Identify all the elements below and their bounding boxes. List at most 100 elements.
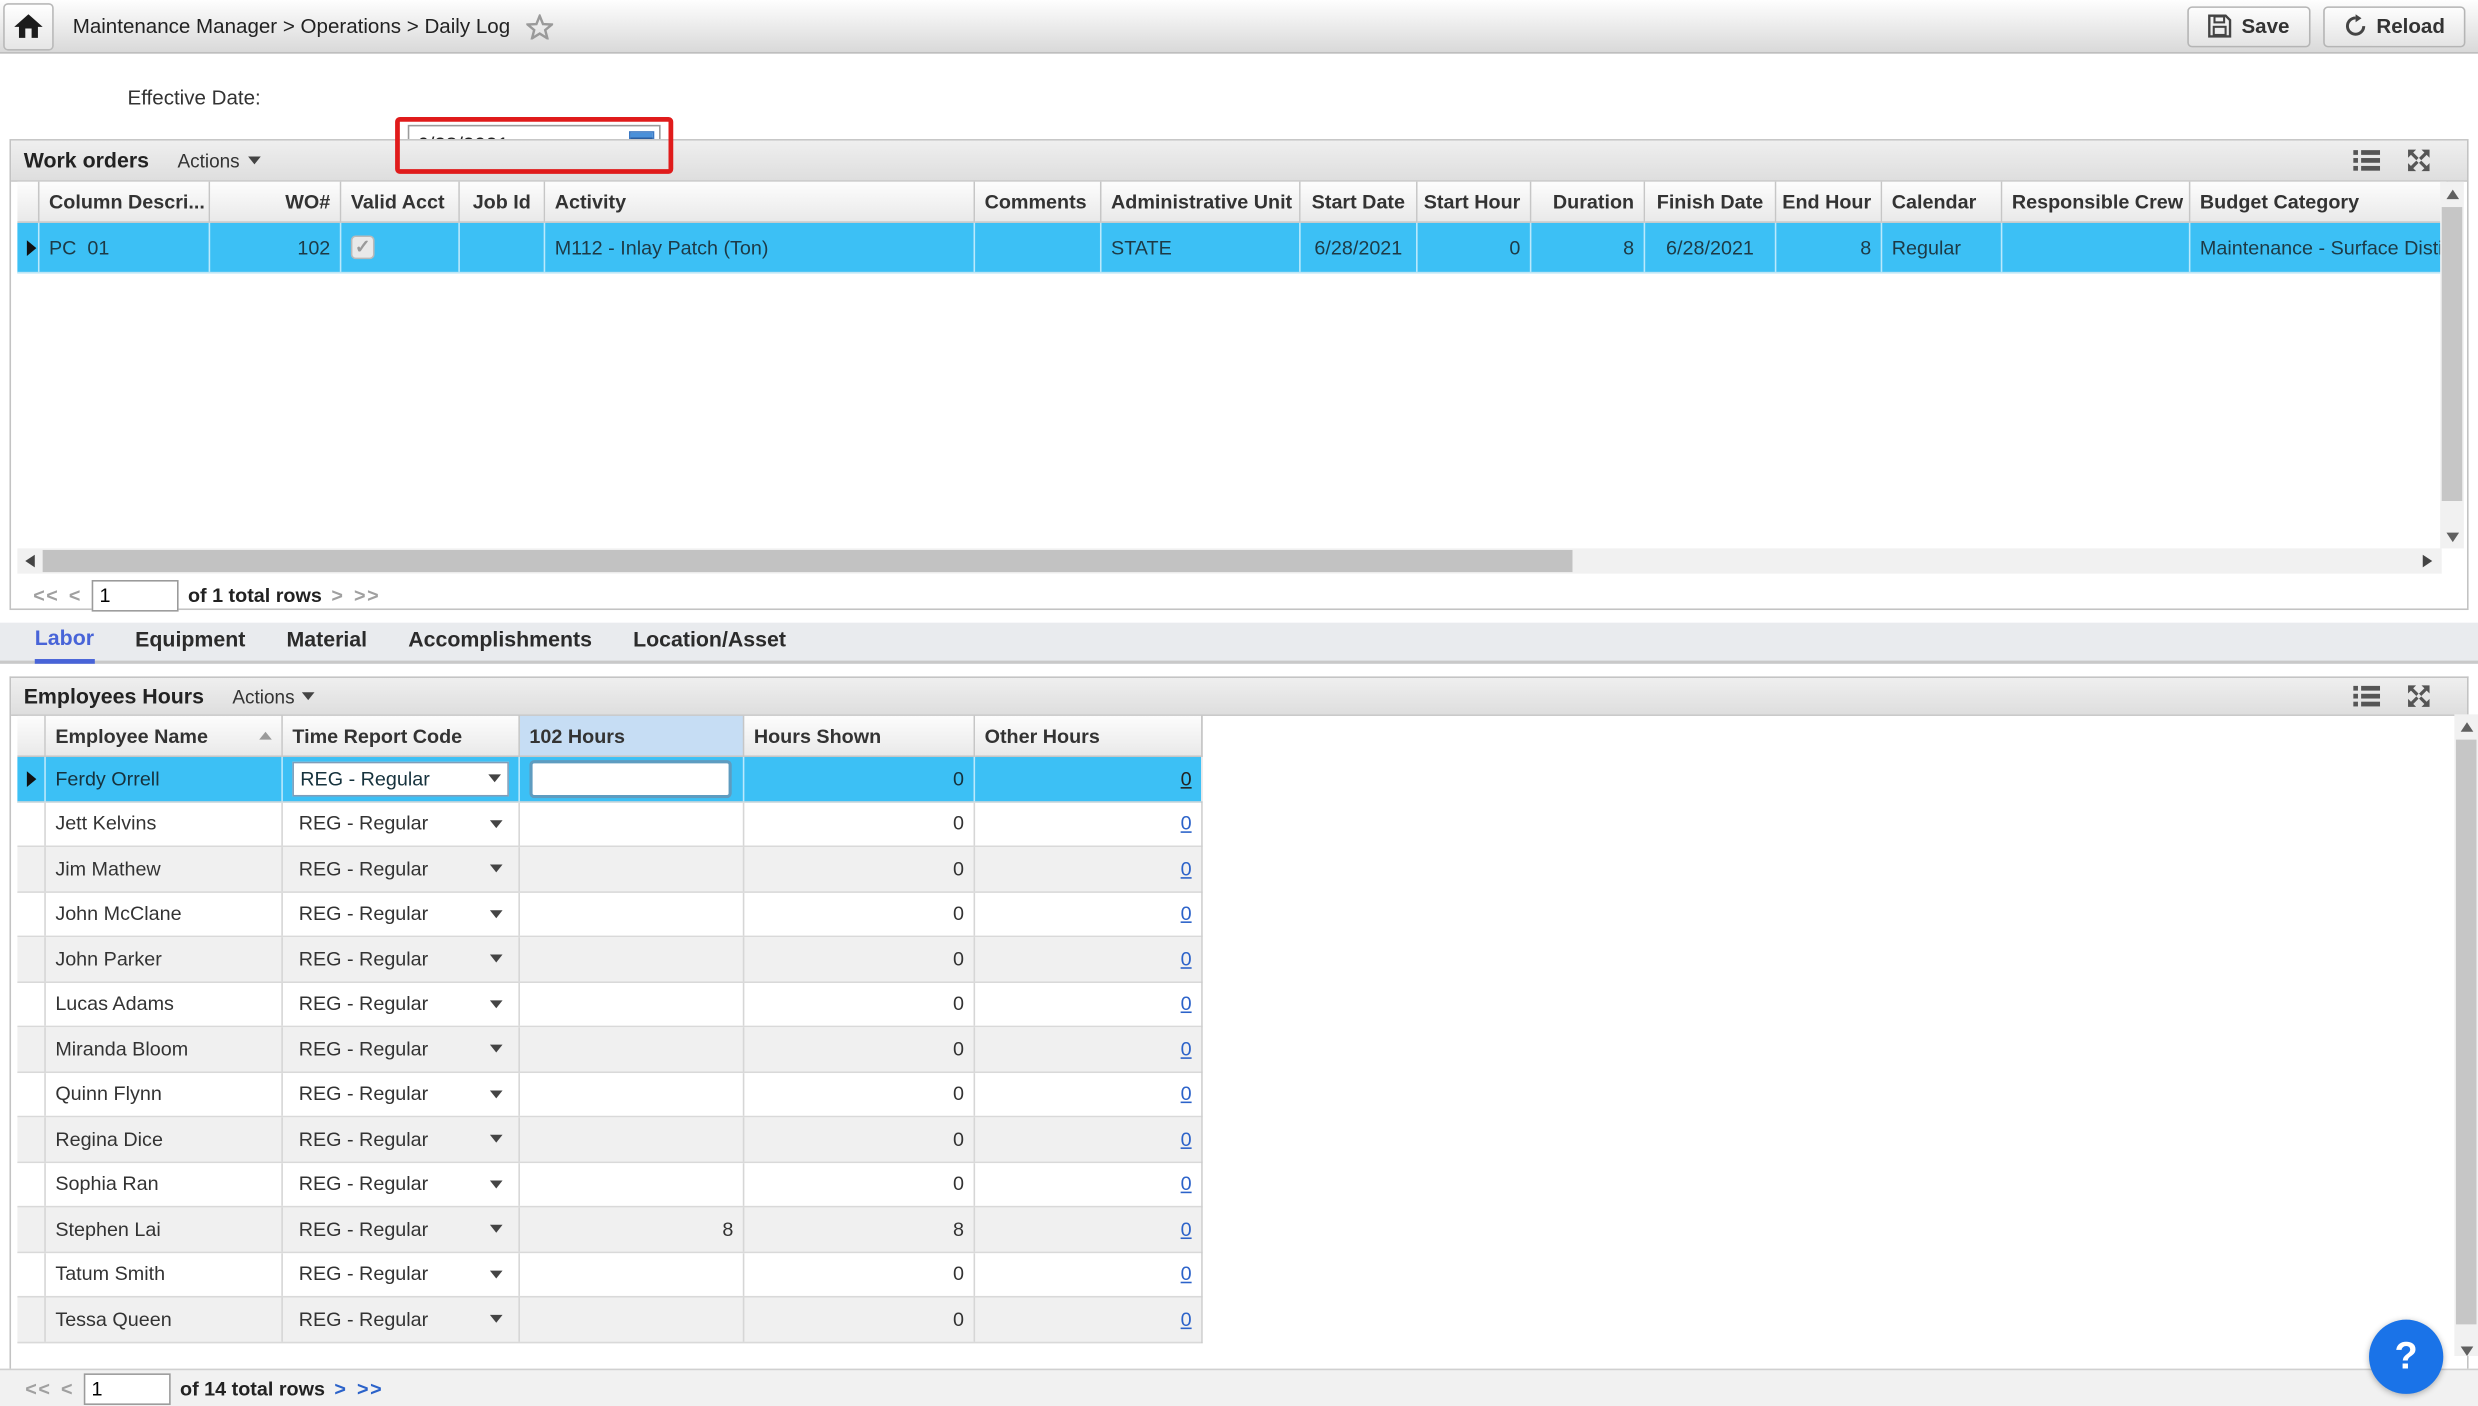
help-button[interactable]: ? [2369,1320,2443,1394]
employee-row[interactable]: Regina DiceREG - Regular00 [17,1117,1201,1162]
wo-column-header[interactable]: Column Descri... [40,182,211,223]
employee-row[interactable]: Lucas AdamsREG - Regular00 [17,982,1201,1027]
save-button[interactable]: Save [2188,6,2310,47]
prev-page-button[interactable]: < [69,585,82,607]
time-report-code-select[interactable]: REG - Regular [292,1032,509,1067]
wo-column-header[interactable]: WO# [210,182,341,223]
employee-row[interactable]: John ParkerREG - Regular00 [17,937,1201,982]
tab-labor[interactable]: Labor [35,626,94,664]
scroll-up-button[interactable] [2440,182,2464,206]
wo-column-header[interactable]: Duration [1531,182,1645,223]
other-hours-link[interactable]: 0 [1181,1218,1192,1240]
tab-material[interactable]: Material [286,627,367,660]
scroll-thumb[interactable] [43,550,1573,572]
time-report-code-select[interactable]: REG - Regular [292,1077,509,1112]
work-orders-vscrollbar[interactable] [2440,182,2464,549]
wo-column-header[interactable]: Job Id [460,182,545,223]
employee-row[interactable]: Jett KelvinsREG - Regular00 [17,802,1201,847]
time-report-code-select[interactable]: REG - Regular [292,942,509,977]
wo-column-header[interactable]: Responsible Crew [2002,182,2190,223]
employee-row[interactable]: Quinn FlynnREG - Regular00 [17,1072,1201,1117]
employee-row[interactable]: Stephen LaiREG - Regular880 [17,1207,1201,1252]
emp-column-header[interactable]: Hours Shown [744,716,975,757]
home-button[interactable] [3,2,54,49]
other-hours-link[interactable]: 0 [1181,1308,1192,1330]
time-report-code-select[interactable]: REG - Regular [292,1302,509,1337]
work-order-row[interactable]: PC 01102✓M112 - Inlay Patch (Ton)STATE6/… [17,223,2448,274]
emp-column-header[interactable]: Time Report Code [283,716,520,757]
emp-column-header[interactable]: Employee Name [46,716,283,757]
emp-column-header[interactable]: Other Hours [975,716,1203,757]
wo-column-header[interactable]: Administrative Unit [1102,182,1301,223]
wo-column-header[interactable]: Calendar [1882,182,2002,223]
other-hours-link[interactable]: 0 [1181,1263,1192,1285]
next-page-button[interactable]: > [331,585,344,607]
grid-menu-button[interactable] [2353,683,2380,710]
other-hours-link[interactable]: 0 [1181,768,1192,790]
wo-column-header[interactable]: Comments [975,182,1101,223]
scroll-thumb[interactable] [2442,207,2463,501]
other-hours-link[interactable]: 0 [1181,948,1192,970]
scroll-down-button[interactable] [2454,1347,2478,1356]
next-page-button[interactable]: > [334,1377,347,1399]
other-hours-link[interactable]: 0 [1181,1083,1192,1105]
work-orders-hscrollbar[interactable] [17,548,2441,573]
grid-menu-button[interactable] [2353,147,2380,174]
scroll-thumb[interactable] [2456,740,2477,1325]
time-report-code-select[interactable]: REG - Regular [292,896,509,931]
employees-vscrollbar[interactable] [2454,714,2478,1356]
time-report-code-select[interactable]: REG - Regular [292,806,509,841]
time-report-code-select[interactable]: REG - Regular [292,761,509,796]
other-hours-link[interactable]: 0 [1181,903,1192,925]
employee-row[interactable]: Jim MathewREG - Regular00 [17,847,1201,892]
time-report-code-select[interactable]: REG - Regular [292,987,509,1022]
wo-column-header[interactable]: End Hour [1776,182,1882,223]
maximize-button[interactable] [2405,683,2432,710]
other-hours-link[interactable]: 0 [1181,1038,1192,1060]
scroll-up-button[interactable] [2454,714,2478,738]
tab-equipment[interactable]: Equipment [135,627,245,660]
wo-column-header[interactable]: Finish Date [1645,182,1776,223]
wo-column-header[interactable]: Valid Acct [341,182,460,223]
employees-hours-actions-button[interactable]: Actions [232,685,315,707]
scroll-down-button[interactable] [2440,525,2464,549]
reload-button[interactable]: Reload [2323,6,2466,47]
maximize-button[interactable] [2405,147,2432,174]
other-hours-link[interactable]: 0 [1181,1173,1192,1195]
employee-row[interactable]: Sophia RanREG - Regular00 [17,1162,1201,1207]
work-orders-actions-button[interactable]: Actions [177,149,260,171]
time-report-code-select[interactable]: REG - Regular [292,1212,509,1247]
valid-acct-checkbox[interactable]: ✓ [351,235,375,259]
time-report-code-select[interactable]: REG - Regular [292,1167,509,1202]
wo-column-header[interactable]: Activity [545,182,975,223]
employee-row[interactable]: Tessa QueenREG - Regular00 [17,1298,1201,1343]
other-hours-link[interactable]: 0 [1181,993,1192,1015]
employee-row[interactable]: Tatum SmithREG - Regular00 [17,1252,1201,1297]
other-hours-link[interactable]: 0 [1181,1128,1192,1150]
first-page-button[interactable]: << [33,585,59,607]
emp-column-header[interactable]: 102 Hours [520,716,744,757]
time-report-code-select[interactable]: REG - Regular [292,851,509,886]
emp-marker-column-header[interactable] [17,716,45,757]
wo-column-header[interactable]: Budget Category [2190,182,2448,223]
other-hours-link[interactable]: 0 [1181,813,1192,835]
first-page-button[interactable]: << [25,1377,51,1399]
tab-accomplishments[interactable]: Accomplishments [408,627,592,660]
time-report-code-select[interactable]: REG - Regular [292,1122,509,1157]
scroll-right-button[interactable] [2415,555,2439,568]
time-report-code-select[interactable]: REG - Regular [292,1257,509,1292]
employee-row[interactable]: Miranda BloomREG - Regular00 [17,1027,1201,1072]
scroll-left-button[interactable] [17,555,41,568]
employee-row[interactable]: Ferdy OrrellREG - Regular00 [17,757,1201,802]
page-number-input[interactable] [84,1373,171,1405]
favorite-star-icon[interactable] [526,13,553,38]
wo-column-header[interactable]: Start Hour [1418,182,1532,223]
employee-row[interactable]: John McClaneREG - Regular00 [17,892,1201,937]
last-page-button[interactable]: >> [354,585,380,607]
tab-location-asset[interactable]: Location/Asset [633,627,786,660]
wo-marker-column-header[interactable] [17,182,39,223]
hours-102-input[interactable] [529,760,731,798]
page-number-input[interactable] [92,580,179,612]
other-hours-link[interactable]: 0 [1181,858,1192,880]
last-page-button[interactable]: >> [357,1377,383,1399]
